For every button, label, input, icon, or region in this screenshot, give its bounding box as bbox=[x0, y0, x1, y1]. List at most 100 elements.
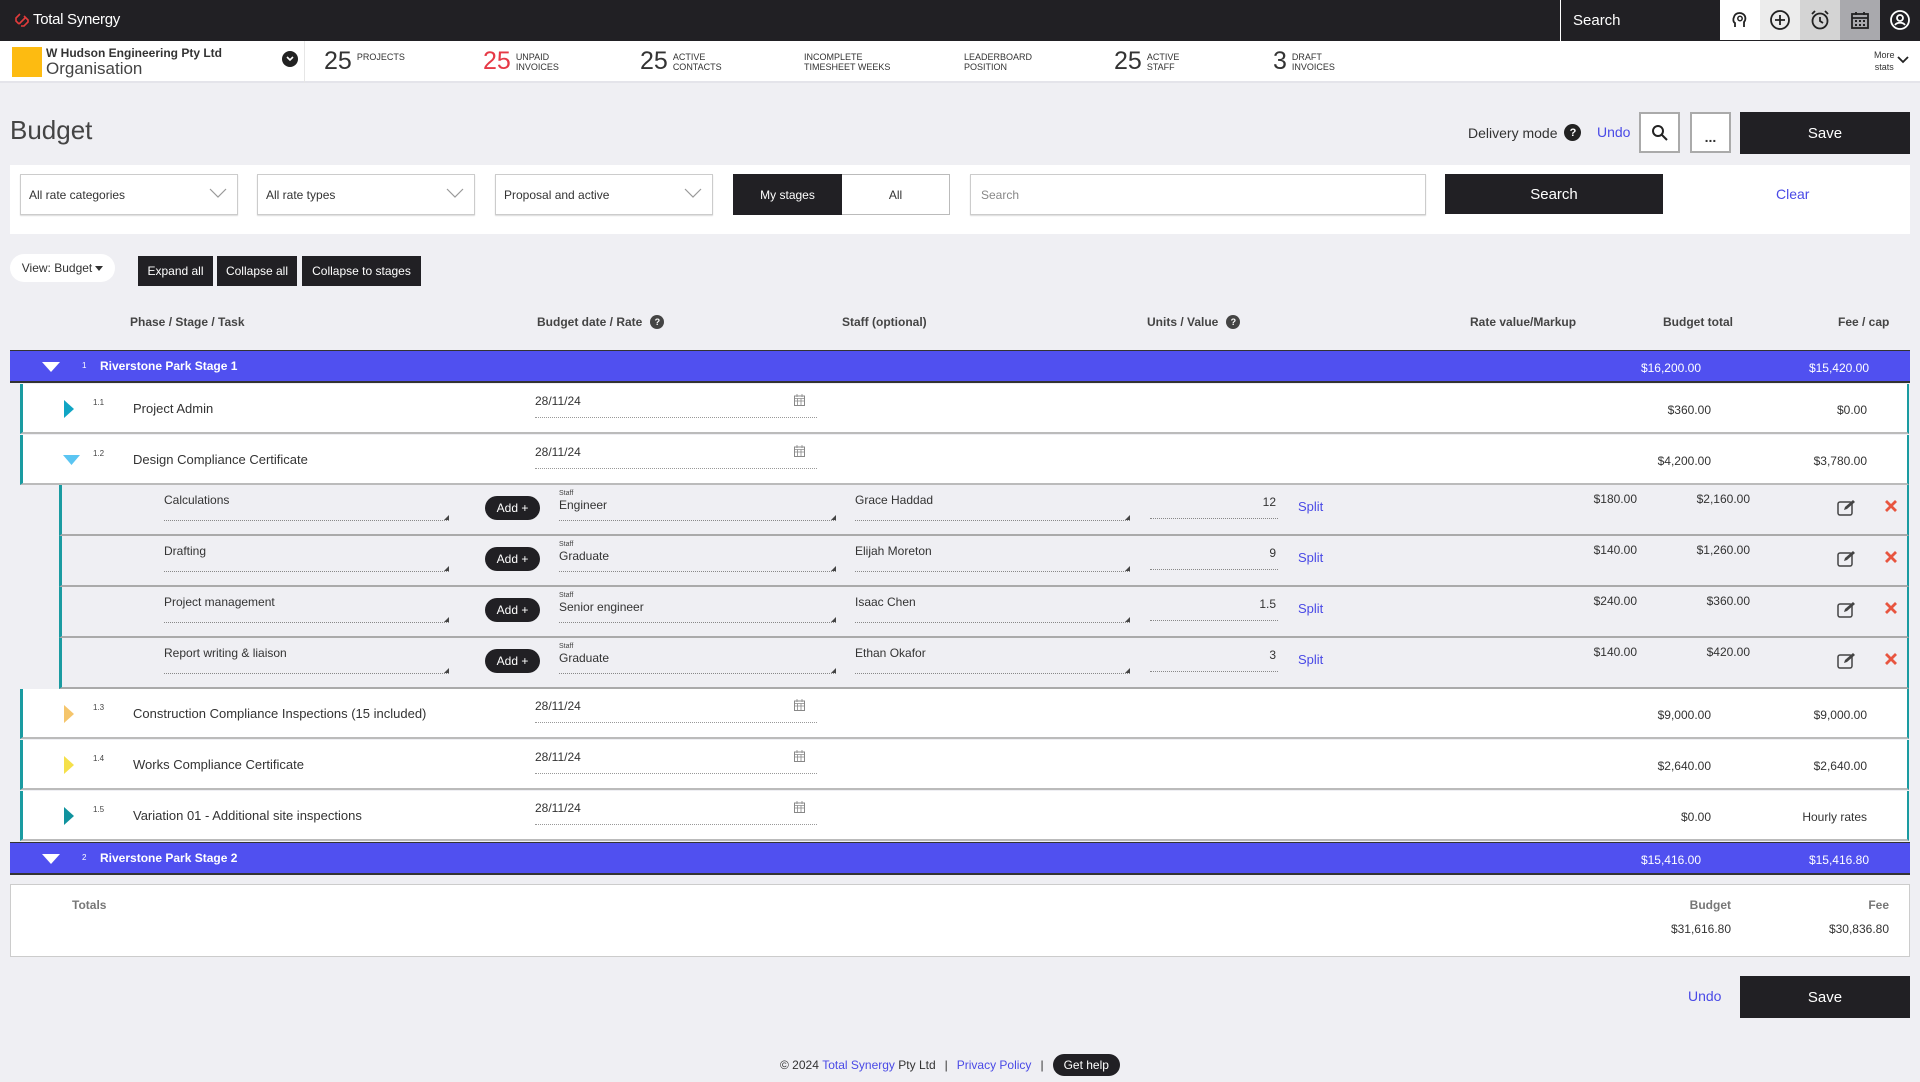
split-link[interactable]: Split bbox=[1298, 550, 1323, 565]
budget-date-field[interactable]: 28/11/24 bbox=[535, 445, 817, 469]
calendar-icon[interactable] bbox=[794, 445, 805, 457]
add-item-button[interactable]: Add + bbox=[485, 547, 540, 571]
calendar-icon[interactable] bbox=[794, 699, 805, 711]
rate-types-select[interactable]: All rate types bbox=[257, 174, 475, 215]
chevron-down-icon bbox=[209, 188, 227, 198]
budget-date-field[interactable]: 28/11/24 bbox=[535, 801, 817, 825]
edit-icon[interactable] bbox=[1837, 601, 1857, 619]
task-budget-total: $0.00 bbox=[1680, 810, 1711, 824]
more-options-button[interactable]: ... bbox=[1690, 112, 1731, 153]
delete-icon[interactable] bbox=[1885, 551, 1897, 563]
stat-leaderboard[interactable]: LEADERBOARD POSITION bbox=[964, 48, 1032, 72]
more-stats-button[interactable]: More stats bbox=[1874, 49, 1895, 73]
undo-button[interactable]: Undo bbox=[1597, 124, 1630, 140]
split-link[interactable]: Split bbox=[1298, 652, 1323, 667]
help-icon[interactable]: ? bbox=[650, 315, 665, 329]
task-row[interactable]: 1.2 Design Compliance Certificate 28/11/… bbox=[20, 435, 1909, 485]
item-task-field[interactable]: Project management bbox=[164, 595, 449, 623]
stage-row[interactable]: 2 Riverstone Park Stage 2 $15,416.00 $15… bbox=[10, 842, 1910, 875]
budget-date-field[interactable]: 28/11/24 bbox=[535, 699, 817, 723]
calendar-button[interactable] bbox=[1840, 0, 1880, 40]
units-input[interactable]: 1.5 bbox=[1150, 597, 1278, 621]
timer-button[interactable] bbox=[1800, 0, 1840, 40]
collapse-triangle-icon[interactable] bbox=[42, 362, 60, 372]
stat-unpaid-invoices[interactable]: 25 UNPAID INVOICES bbox=[483, 48, 559, 74]
add-item-button[interactable]: Add + bbox=[485, 649, 540, 673]
collapse-triangle-icon[interactable] bbox=[42, 854, 60, 864]
edit-icon[interactable] bbox=[1837, 550, 1857, 568]
company-link[interactable]: Total Synergy bbox=[822, 1058, 895, 1072]
task-row[interactable]: 1.3 Construction Compliance Inspections … bbox=[20, 689, 1909, 739]
undo-button-bottom[interactable]: Undo bbox=[1688, 988, 1721, 1004]
profile-button[interactable] bbox=[1880, 0, 1920, 40]
status-select[interactable]: Proposal and active bbox=[495, 174, 713, 215]
task-row[interactable]: 1.4 Works Compliance Certificate 28/11/2… bbox=[20, 740, 1909, 790]
calendar-icon[interactable] bbox=[794, 394, 805, 406]
add-button[interactable] bbox=[1760, 0, 1800, 40]
collapse-all-button[interactable]: Collapse all bbox=[217, 256, 297, 286]
split-link[interactable]: Split bbox=[1298, 499, 1323, 514]
item-task-field[interactable]: Calculations bbox=[164, 493, 449, 521]
privacy-policy-link[interactable]: Privacy Policy bbox=[957, 1058, 1032, 1072]
add-item-button[interactable]: Add + bbox=[485, 496, 540, 520]
staff-role-field[interactable]: Staff Graduate bbox=[559, 541, 836, 572]
delete-icon[interactable] bbox=[1885, 500, 1897, 512]
rate-categories-select[interactable]: All rate categories bbox=[20, 174, 238, 215]
staff-member-field[interactable]: Isaac Chen bbox=[855, 595, 1130, 623]
units-input[interactable]: 12 bbox=[1150, 495, 1278, 519]
search-toggle-button[interactable] bbox=[1639, 112, 1680, 153]
app-logo[interactable]: Total Synergy bbox=[14, 11, 120, 28]
clear-filters-link[interactable]: Clear bbox=[1776, 186, 1809, 202]
delete-icon[interactable] bbox=[1885, 653, 1897, 665]
budget-date-field[interactable]: 28/11/24 bbox=[535, 394, 817, 418]
edit-icon[interactable] bbox=[1837, 499, 1857, 517]
stat-incomplete-timesheets[interactable]: INCOMPLETE TIMESHEET WEEKS bbox=[804, 48, 890, 72]
stat-active-contacts[interactable]: 25 ACTIVE CONTACTS bbox=[640, 48, 722, 74]
collapse-to-stages-button[interactable]: Collapse to stages bbox=[302, 256, 421, 286]
save-button-bottom[interactable]: Save bbox=[1740, 976, 1910, 1018]
calendar-icon[interactable] bbox=[794, 801, 805, 813]
expand-triangle-icon[interactable] bbox=[64, 756, 74, 774]
view-selector[interactable]: View: Budget bbox=[10, 254, 115, 282]
units-input[interactable]: 9 bbox=[1150, 546, 1278, 570]
stat-value: 25 bbox=[324, 47, 352, 75]
insights-button[interactable] bbox=[1720, 0, 1760, 40]
expand-triangle-icon[interactable] bbox=[64, 400, 74, 418]
stat-draft-invoices[interactable]: 3 DRAFT INVOICES bbox=[1273, 48, 1335, 74]
stage-search-input[interactable] bbox=[970, 174, 1426, 215]
expand-triangle-icon[interactable] bbox=[64, 807, 74, 825]
help-icon[interactable]: ? bbox=[1564, 124, 1582, 141]
segment-my-stages[interactable]: My stages bbox=[733, 174, 842, 215]
stage-row[interactable]: 1 Riverstone Park Stage 1 $16,200.00 $15… bbox=[10, 350, 1910, 383]
edit-icon[interactable] bbox=[1837, 652, 1857, 670]
item-task-field[interactable]: Drafting bbox=[164, 544, 449, 572]
staff-role-field[interactable]: Staff Graduate bbox=[559, 643, 836, 674]
help-icon[interactable]: ? bbox=[1226, 315, 1241, 329]
global-search[interactable]: Search bbox=[1560, 0, 1720, 41]
collapse-triangle-icon[interactable] bbox=[63, 455, 80, 465]
top-nav-bar: Total Synergy Search bbox=[0, 0, 1920, 41]
stat-projects[interactable]: 25 PROJECTS bbox=[324, 48, 405, 74]
staff-member-field[interactable]: Ethan Okafor bbox=[855, 646, 1130, 674]
staff-member-field[interactable]: Elijah Moreton bbox=[855, 544, 1130, 572]
delete-icon[interactable] bbox=[1885, 602, 1897, 614]
segment-all[interactable]: All bbox=[842, 174, 950, 215]
calendar-icon[interactable] bbox=[794, 750, 805, 762]
task-row[interactable]: 1.5 Variation 01 - Additional site inspe… bbox=[20, 791, 1909, 841]
task-row[interactable]: 1.1 Project Admin 28/11/24 $360.00 $0.00 bbox=[20, 384, 1909, 434]
staff-role-field[interactable]: Staff Senior engineer bbox=[559, 592, 836, 623]
item-task-field[interactable]: Report writing & liaison bbox=[164, 646, 449, 674]
org-switcher-button[interactable] bbox=[282, 51, 298, 67]
split-link[interactable]: Split bbox=[1298, 601, 1323, 616]
add-item-button[interactable]: Add + bbox=[485, 598, 540, 622]
staff-role-field[interactable]: Staff Engineer bbox=[559, 490, 836, 521]
staff-member-field[interactable]: Grace Haddad bbox=[855, 493, 1130, 521]
search-button[interactable]: Search bbox=[1445, 174, 1663, 214]
get-help-button[interactable]: Get help bbox=[1052, 1054, 1120, 1076]
expand-all-button[interactable]: Expand all bbox=[138, 256, 213, 286]
units-input[interactable]: 3 bbox=[1150, 648, 1278, 672]
expand-triangle-icon[interactable] bbox=[64, 705, 74, 723]
save-button[interactable]: Save bbox=[1740, 112, 1910, 154]
stat-active-staff[interactable]: 25 ACTIVE STAFF bbox=[1114, 48, 1179, 74]
budget-date-field[interactable]: 28/11/24 bbox=[535, 750, 817, 774]
